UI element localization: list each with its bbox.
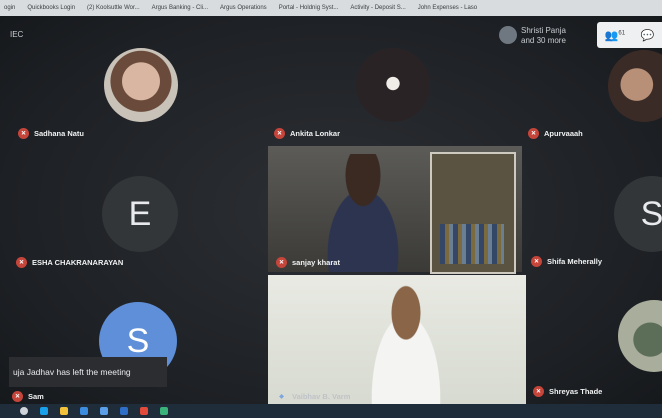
bookmark-item[interactable]: Argus Operations (216, 5, 267, 11)
avatar (356, 48, 430, 122)
app-icon[interactable] (80, 407, 88, 415)
store-icon[interactable] (100, 407, 108, 415)
edge-icon[interactable] (160, 407, 168, 415)
bookmark-item[interactable]: Activity - Deposit S... (346, 5, 405, 11)
mic-off-icon: ✕ (12, 391, 23, 402)
video-tile-sanjay[interactable] (268, 146, 522, 274)
mic-off-icon: ✕ (276, 257, 287, 268)
search-icon[interactable] (20, 407, 28, 415)
avatar-letter: E (102, 176, 178, 252)
bookmark-item[interactable]: John Expenses - Laso (414, 5, 477, 11)
participant-name: ✕ Sadhana Natu (18, 128, 84, 139)
bookmark-item[interactable]: (2) Koolsuttle Wor... (83, 5, 140, 11)
top-actions: 👥61 💬 (597, 22, 662, 48)
participant-name: ✕ ESHA CHAKRANARAYAN (16, 257, 123, 268)
participant-video (308, 154, 418, 272)
chrome-icon[interactable] (140, 407, 148, 415)
participant-name: ✕ sanjay kharat (276, 257, 340, 268)
participant-name: ✕ Ankita Lonkar (274, 128, 340, 139)
participant-name: ✕ Shreyas Thade (533, 386, 602, 397)
participant-name: ✕ Sam (12, 391, 44, 402)
video-tile-vaibhav[interactable] (268, 275, 526, 405)
bookmark-item[interactable]: Portal - Holdnig Syst... (275, 5, 339, 11)
browser-icon[interactable] (40, 407, 48, 415)
bookmarks-bar: ogin Quickbooks Login (2) Koolsuttle Wor… (0, 0, 662, 16)
participant-video (356, 277, 456, 405)
folder-icon[interactable] (60, 407, 68, 415)
audio-icon: ◆ (279, 394, 284, 400)
mic-off-icon: ✕ (16, 257, 27, 268)
participant-name: ◆ Vaibhav B. Varm (276, 391, 350, 402)
participant-name: ✕ Shifa Meherally (531, 256, 602, 267)
taskbar (0, 404, 662, 418)
meeting-code: IEC (10, 30, 24, 39)
bookmark-item[interactable]: ogin (0, 5, 15, 11)
people-summary-line1: Shristi Panja (521, 26, 566, 35)
chat-icon[interactable]: 💬 (641, 29, 655, 42)
mail-icon[interactable] (120, 407, 128, 415)
avatar-stack-icon (499, 26, 517, 44)
people-summary-line2: and 30 more (521, 36, 566, 45)
mic-off-icon: ✕ (18, 128, 29, 139)
participants-count: 61 (618, 29, 626, 36)
mic-off-icon: ✕ (533, 386, 544, 397)
participant-name: ✕ Apurvaaah (528, 128, 583, 139)
mic-off-icon: ✕ (531, 256, 542, 267)
bookmark-item[interactable]: Quickbooks Login (23, 5, 75, 11)
mic-off-icon: ✕ (274, 128, 285, 139)
people-summary: Shristi Panja and 30 more (499, 26, 566, 46)
participants-button[interactable]: 👥61 (605, 29, 625, 42)
mic-off-icon: ✕ (528, 128, 539, 139)
notification-toast: uja Jadhav has left the meeting (9, 357, 167, 387)
bookmark-item[interactable]: Argus Banking - Cli... (148, 5, 208, 11)
bookshelf (430, 152, 516, 274)
avatar (104, 48, 178, 122)
